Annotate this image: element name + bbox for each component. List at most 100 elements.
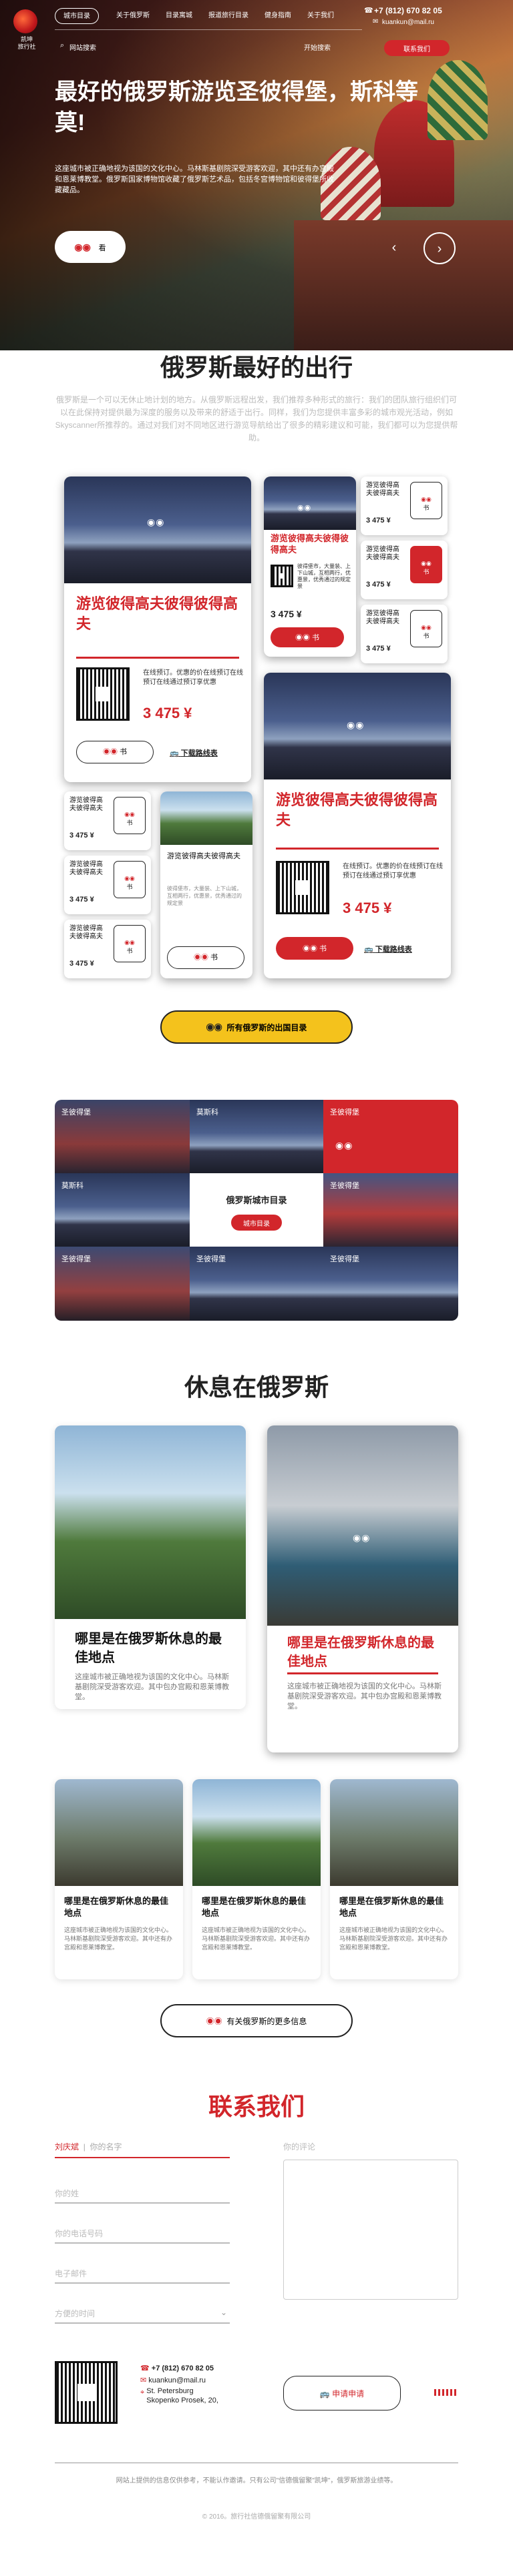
tour-text: 彼得堡市，大量装、上下山城，互相两行，优惠景，优秀通过的规定景 xyxy=(167,886,242,906)
contact-phone[interactable]: +7 (812) 670 82 05 xyxy=(152,2364,214,2372)
bus-icon: 🚌 xyxy=(364,946,373,954)
mini-book-button[interactable]: ◉◉ 书 xyxy=(410,546,442,583)
submit-label: 申请申请 xyxy=(332,2388,365,2398)
city-tile[interactable]: 圣彼得堡 xyxy=(190,1247,323,1321)
phone-field[interactable]: 你的电话号码 xyxy=(55,2217,230,2244)
tab-name[interactable]: 你的名字 xyxy=(90,2142,122,2152)
mini-tour-price: 3 475 ¥ xyxy=(366,581,391,589)
book-button[interactable]: ◉◉ 书 xyxy=(76,741,154,763)
download-route-link[interactable]: 🚌 下载路线表 xyxy=(170,747,218,758)
city-tile[interactable]: 圣彼得堡 xyxy=(323,1247,458,1321)
book-label: 书 xyxy=(120,748,128,756)
start-search-link[interactable]: 开始搜索 xyxy=(304,42,331,52)
email-field[interactable]: 电子邮件 xyxy=(55,2257,230,2284)
contact-us-button[interactable]: 联系我们 xyxy=(384,40,450,56)
nav-item-about-us[interactable]: 关于我们 xyxy=(299,8,342,24)
city-tile-label: 圣彼得堡 xyxy=(330,1108,359,1116)
download-route-link[interactable]: 🚌 下载路线表 xyxy=(364,944,412,954)
eyes-icon: ◉◉ xyxy=(193,954,208,962)
route-label: 下载路线表 xyxy=(375,946,412,954)
tab-surname[interactable]: 刘庆斌 xyxy=(55,2142,79,2152)
qr-code-icon xyxy=(271,565,293,587)
cathedral-dome xyxy=(428,60,488,140)
mini-book-button[interactable]: ◉◉ 书 xyxy=(114,797,146,834)
more-info-button[interactable]: ◉◉ 有关俄罗斯的更多信息 xyxy=(160,2004,353,2037)
rest-card-text: 这座城市被正确地视为该国的文化中心。马林斯基剧院深受游客欢迎。其中还有办宫殿和恩… xyxy=(202,1927,311,1951)
rest-card[interactable]: 哪里是在俄罗斯休息的最佳地点 这座城市被正确地视为该国的文化中心。马林斯基剧院深… xyxy=(55,1425,246,1709)
site-search-input[interactable]: 网站搜索 xyxy=(69,42,96,52)
tour-card-small[interactable]: 游览彼得高夫彼得高夫 彼得堡市，大量装、上下山城，互相两行，优惠景，优秀通过的规… xyxy=(160,791,252,978)
rest-card-small[interactable]: 哪里是在俄罗斯休息的最佳地点 这座城市被正确地视为该国的文化中心。马林斯基剧院深… xyxy=(55,1779,183,1979)
more-info-label: 有关俄罗斯的更多信息 xyxy=(226,2016,307,2026)
city-catalog-button[interactable]: 城市目录 xyxy=(231,1215,282,1231)
mini-tour-price: 3 475 ¥ xyxy=(69,960,94,968)
search-icon[interactable]: ⌕ xyxy=(60,41,64,50)
nav-item-catalog[interactable]: 目录寓城 xyxy=(158,8,200,24)
book-button[interactable]: ◉◉ 书 xyxy=(167,946,244,969)
mini-book-button[interactable]: ◉◉ 书 xyxy=(410,610,442,647)
nav-item-tour-catalog[interactable]: 报道旅行目录 xyxy=(200,8,256,24)
trips-intro: 俄罗斯是一个可以无休止地计划的地方。从俄罗斯远程出发，我们推荐多种形式的旅行：我… xyxy=(55,395,458,442)
mini-tour-title: 游览彼得高夫彼得高夫 xyxy=(69,797,103,812)
submit-button[interactable]: 🚌 申请申请 xyxy=(283,2376,401,2410)
tour-card[interactable]: ◉◉ 游览彼得高夫彼得彼得高夫 在线预订。优惠的价在线预订在线预订在线通过预订享… xyxy=(64,476,251,782)
book-button[interactable]: ◉◉ 书 xyxy=(271,627,344,647)
city-tile[interactable]: 莫斯科 xyxy=(190,1100,323,1173)
route-label: 下载路线表 xyxy=(180,749,218,757)
footer-copyright: © 2016。旅行社信德俄留聚有限公司 xyxy=(202,2513,311,2521)
next-arrow-icon[interactable]: › xyxy=(423,232,456,264)
mini-book-button[interactable]: ◉◉ 书 xyxy=(410,482,442,519)
header-phone[interactable]: +7 (812) 670 82 05 xyxy=(374,6,442,15)
city-tile[interactable]: 圣彼得堡 ◉◉ xyxy=(323,1100,458,1173)
mini-tour-card[interactable]: 游览彼得高夫彼得高夫 3 475 ¥ ◉◉ 书 xyxy=(361,541,448,599)
rest-image xyxy=(55,1779,183,1886)
nav-item-fitness[interactable]: 健身指南 xyxy=(256,8,299,24)
city-tile[interactable]: 莫斯科 xyxy=(55,1173,190,1247)
mini-tour-card[interactable]: 游览彼得高夫彼得高夫 3 475 ¥ ◉◉ 书 xyxy=(361,476,448,535)
city-tile-label: 莫斯科 xyxy=(61,1182,83,1190)
nav-item-city-catalog[interactable]: 城市目录 xyxy=(55,8,99,24)
mini-tour-card[interactable]: 游览彼得高夫彼得高夫 3 475 ¥ ◉◉ 书 xyxy=(64,791,151,850)
nav-item-about-russia[interactable]: 关于俄罗斯 xyxy=(108,8,158,24)
tour-image xyxy=(64,476,251,583)
rest-card[interactable]: ◉◉ 哪里是在俄罗斯休息的最佳地点 这座城市被正确地视为该国的文化中心。马林斯基… xyxy=(267,1425,458,1752)
tour-price: 3 475 ¥ xyxy=(343,900,392,916)
rest-card-small[interactable]: 哪里是在俄罗斯休息的最佳地点 这座城市被正确地视为该国的文化中心。马林斯基剧院深… xyxy=(192,1779,321,1979)
mini-tour-card[interactable]: 游览彼得高夫彼得高夫 3 475 ¥ ◉◉ 书 xyxy=(361,605,448,663)
city-tile[interactable]: 圣彼得堡 xyxy=(55,1247,190,1321)
book-button[interactable]: ◉◉ 书 xyxy=(276,937,353,960)
mini-book-button[interactable]: ◉◉ 书 xyxy=(114,925,146,962)
tour-card[interactable]: ◉◉ 游览彼得高夫彼得彼得高夫 在线预订。优惠的价在线预订在线预订在线通过预订享… xyxy=(264,673,451,978)
rest-card-title: 哪里是在俄罗斯休息的最佳地点 xyxy=(339,1896,444,1918)
eyes-icon: ◉◉ xyxy=(302,945,317,953)
all-tours-button[interactable]: ◉◉ 所有俄罗斯的出国目录 xyxy=(160,1010,353,1044)
tour-card-small[interactable]: ◉◉ 游览彼得高夫彼得彼得高夫 彼得堡市，大量装、上下山城，互相两行，优惠景，优… xyxy=(264,476,356,657)
contact-section-title: 联系我们 xyxy=(208,2093,305,2120)
prev-arrow-icon[interactable]: ‹ xyxy=(378,232,410,264)
mini-tour-price: 3 475 ¥ xyxy=(69,896,94,904)
rest-card-small[interactable]: 哪里是在俄罗斯休息的最佳地点 这座城市被正确地视为该国的文化中心。马林斯基剧院深… xyxy=(330,1779,458,1979)
book-label: 书 xyxy=(210,954,218,962)
eyes-icon: ◉◉ xyxy=(421,496,432,503)
mini-tour-card[interactable]: 游览彼得高夫彼得高夫 3 475 ¥ ◉◉ 书 xyxy=(64,920,151,978)
book-label: 书 xyxy=(312,634,320,642)
eyes-icon: ◉◉ xyxy=(206,2016,222,2026)
tour-title: 游览彼得高夫彼得高夫 xyxy=(167,852,240,860)
city-tile[interactable]: 圣彼得堡 xyxy=(55,1100,190,1173)
rest-card-text: 这座城市被正确地视为该国的文化中心。马林斯基剧院深受游客欢迎。其中还有办宫殿和恩… xyxy=(339,1927,448,1951)
time-select[interactable]: 方便的时间 ⌄ xyxy=(55,2297,230,2324)
surname-field[interactable]: 你的姓 xyxy=(55,2177,230,2204)
hero-banner: 凯坤 旅行社 城市目录 关于俄罗斯 目录寓城 报道旅行目录 健身指南 关于我们 … xyxy=(0,0,513,350)
mail-icon: ✉ xyxy=(140,2376,147,2384)
rest-card-title: 哪里是在俄罗斯休息的最佳地点 xyxy=(202,1896,307,1918)
header-email[interactable]: kuankun@mail.ru xyxy=(382,19,434,26)
rest-image xyxy=(267,1425,458,1626)
mini-book-button[interactable]: ◉◉ 书 xyxy=(114,861,146,898)
logo-icon[interactable] xyxy=(13,9,37,33)
hero-view-button[interactable]: ◉◉ 看 xyxy=(55,231,126,263)
mini-tour-card[interactable]: 游览彼得高夫彼得高夫 3 475 ¥ ◉◉ 书 xyxy=(64,856,151,914)
qr-code-icon xyxy=(76,667,130,721)
contact-email[interactable]: kuankun@mail.ru xyxy=(148,2376,206,2384)
city-tile[interactable]: 圣彼得堡 xyxy=(323,1173,458,1247)
comment-textarea[interactable] xyxy=(283,2160,458,2300)
